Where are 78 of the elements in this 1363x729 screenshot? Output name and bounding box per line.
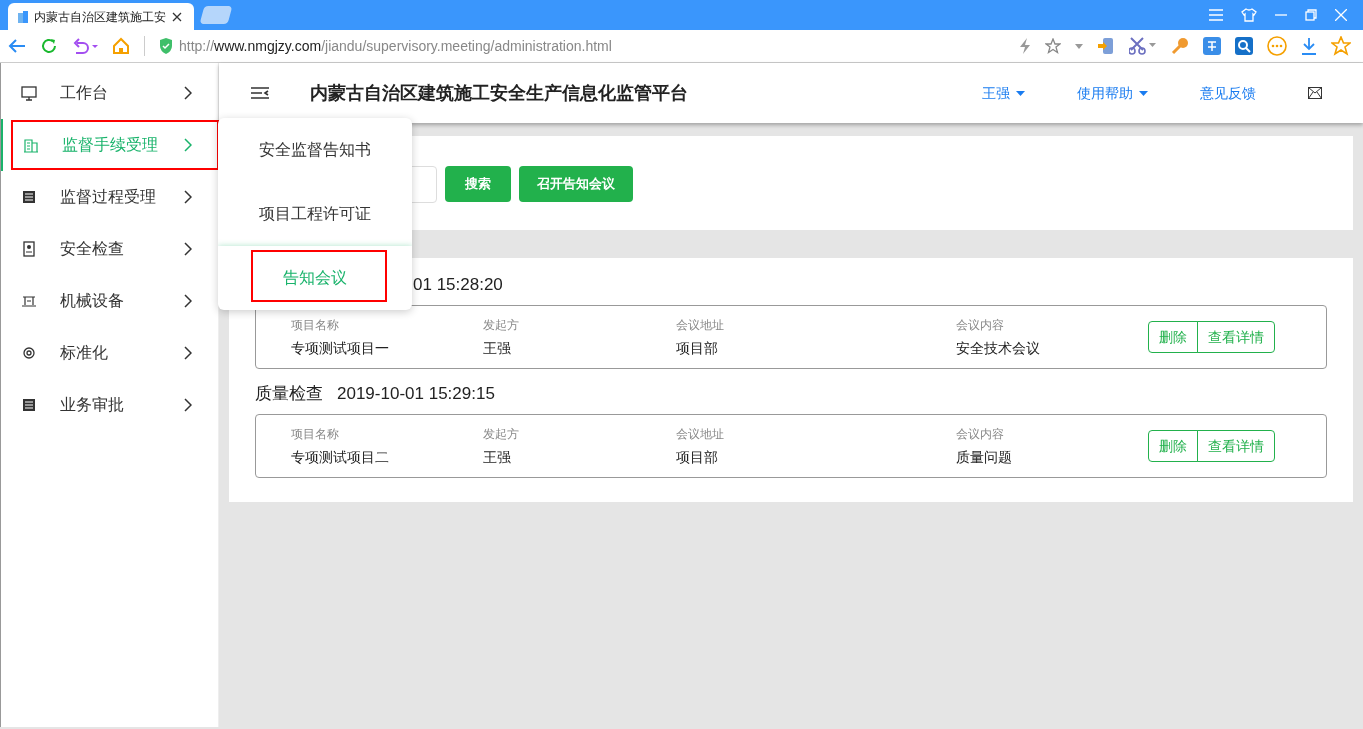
sidebar-item[interactable]: 标准化: [1, 327, 218, 379]
field-label: 发起方: [483, 316, 520, 334]
star-icon[interactable]: [1331, 36, 1351, 56]
field-label: 会议内容: [956, 425, 1005, 443]
building-icon: [23, 137, 39, 153]
view-details-button[interactable]: 查看详情: [1197, 321, 1275, 353]
monitor-icon: [21, 85, 37, 101]
sidebar-item[interactable]: 安全检查: [1, 223, 218, 275]
chevron-right-icon: [184, 294, 192, 308]
view-details-button[interactable]: 查看详情: [1197, 430, 1275, 462]
field-value: 专项测试项目一: [291, 338, 390, 358]
field-label: 会议地址: [676, 316, 725, 334]
chevron-right-icon: [184, 138, 192, 152]
chevron-right-icon: [184, 242, 192, 256]
refresh-icon[interactable]: [40, 37, 58, 55]
restore-icon[interactable]: [1305, 9, 1317, 21]
submenu-item[interactable]: 安全监督告知书: [218, 118, 412, 182]
list-icon: [21, 397, 37, 413]
header-menu-link[interactable]: 王强: [982, 82, 1025, 104]
field-value: 项目部: [676, 447, 719, 467]
chevron-right-icon: [184, 190, 192, 204]
search-icon[interactable]: [1235, 37, 1253, 55]
field-value: 质量问题: [956, 447, 1013, 467]
meeting-time: 2019-10-01 15:29:15: [337, 383, 495, 406]
field-label: 会议内容: [956, 316, 1005, 334]
more-icon[interactable]: [1267, 36, 1287, 56]
submenu-item[interactable]: 告知会议: [218, 246, 412, 310]
caret-down-icon: [1139, 90, 1148, 96]
sidebar-item[interactable]: 工作台: [1, 67, 218, 119]
field-label: 会议地址: [676, 425, 725, 443]
back-icon[interactable]: [8, 38, 26, 54]
caret-down-icon: [1016, 90, 1025, 96]
collapse-menu-icon[interactable]: [251, 86, 269, 100]
phone-icon[interactable]: [1097, 37, 1115, 55]
download-icon[interactable]: [1301, 37, 1317, 55]
meeting-title: 质量检查: [255, 383, 323, 406]
home-icon[interactable]: [112, 37, 130, 55]
submenu-item[interactable]: 项目工程许可证: [218, 182, 412, 246]
id-card-icon: [21, 241, 37, 257]
meeting-time: 01 15:28:20: [413, 274, 503, 297]
scissors-icon[interactable]: [1129, 37, 1157, 55]
field-value: 安全技术会议: [956, 338, 1041, 358]
chevron-right-icon: [184, 86, 192, 100]
key-icon[interactable]: [1171, 37, 1189, 55]
star-icon[interactable]: [1045, 38, 1061, 54]
new-tab-button[interactable]: [199, 6, 233, 24]
mail-icon[interactable]: [1308, 87, 1322, 99]
field-value: 专项测试项目二: [291, 447, 390, 467]
field-value: 王强: [483, 447, 512, 467]
field-value: 王强: [483, 338, 512, 358]
field-label: 项目名称: [291, 425, 340, 443]
field-label: 发起方: [483, 425, 520, 443]
menu-icon[interactable]: [1209, 9, 1223, 21]
field-label: 项目名称: [291, 316, 340, 334]
header-menu-link[interactable]: 意见反馈: [1200, 82, 1256, 104]
delete-button[interactable]: 删除: [1148, 430, 1198, 462]
sidebar-item[interactable]: 机械设备: [1, 275, 218, 327]
shirt-icon[interactable]: [1241, 8, 1257, 22]
shield-icon: [159, 38, 173, 54]
lightning-icon[interactable]: [1019, 38, 1031, 54]
chevron-right-icon: [184, 346, 192, 360]
hold-meeting-button[interactable]: 召开告知会议: [519, 166, 633, 202]
sidebar-item[interactable]: 业务审批: [1, 379, 218, 431]
list-icon: [21, 189, 37, 205]
chevron-right-icon: [184, 398, 192, 412]
header-menu-link[interactable]: 使用帮助: [1077, 82, 1148, 104]
caret-icon[interactable]: [1075, 43, 1083, 49]
sidebar-item[interactable]: 监督手续受理: [1, 119, 218, 171]
close-icon[interactable]: [172, 11, 182, 22]
building-icon: [16, 9, 30, 24]
search-button[interactable]: 搜索: [445, 166, 511, 202]
delete-button[interactable]: 删除: [1148, 321, 1198, 353]
field-value: 项目部: [676, 338, 719, 358]
machine-icon: [21, 293, 37, 309]
undo-icon[interactable]: [72, 38, 98, 54]
sidebar-item[interactable]: 监督过程受理: [1, 171, 218, 223]
browser-tab[interactable]: 内蒙古自治区建筑施工安: [8, 3, 194, 30]
page-title: 内蒙古自治区建筑施工安全生产信息化监管平台: [310, 81, 688, 105]
